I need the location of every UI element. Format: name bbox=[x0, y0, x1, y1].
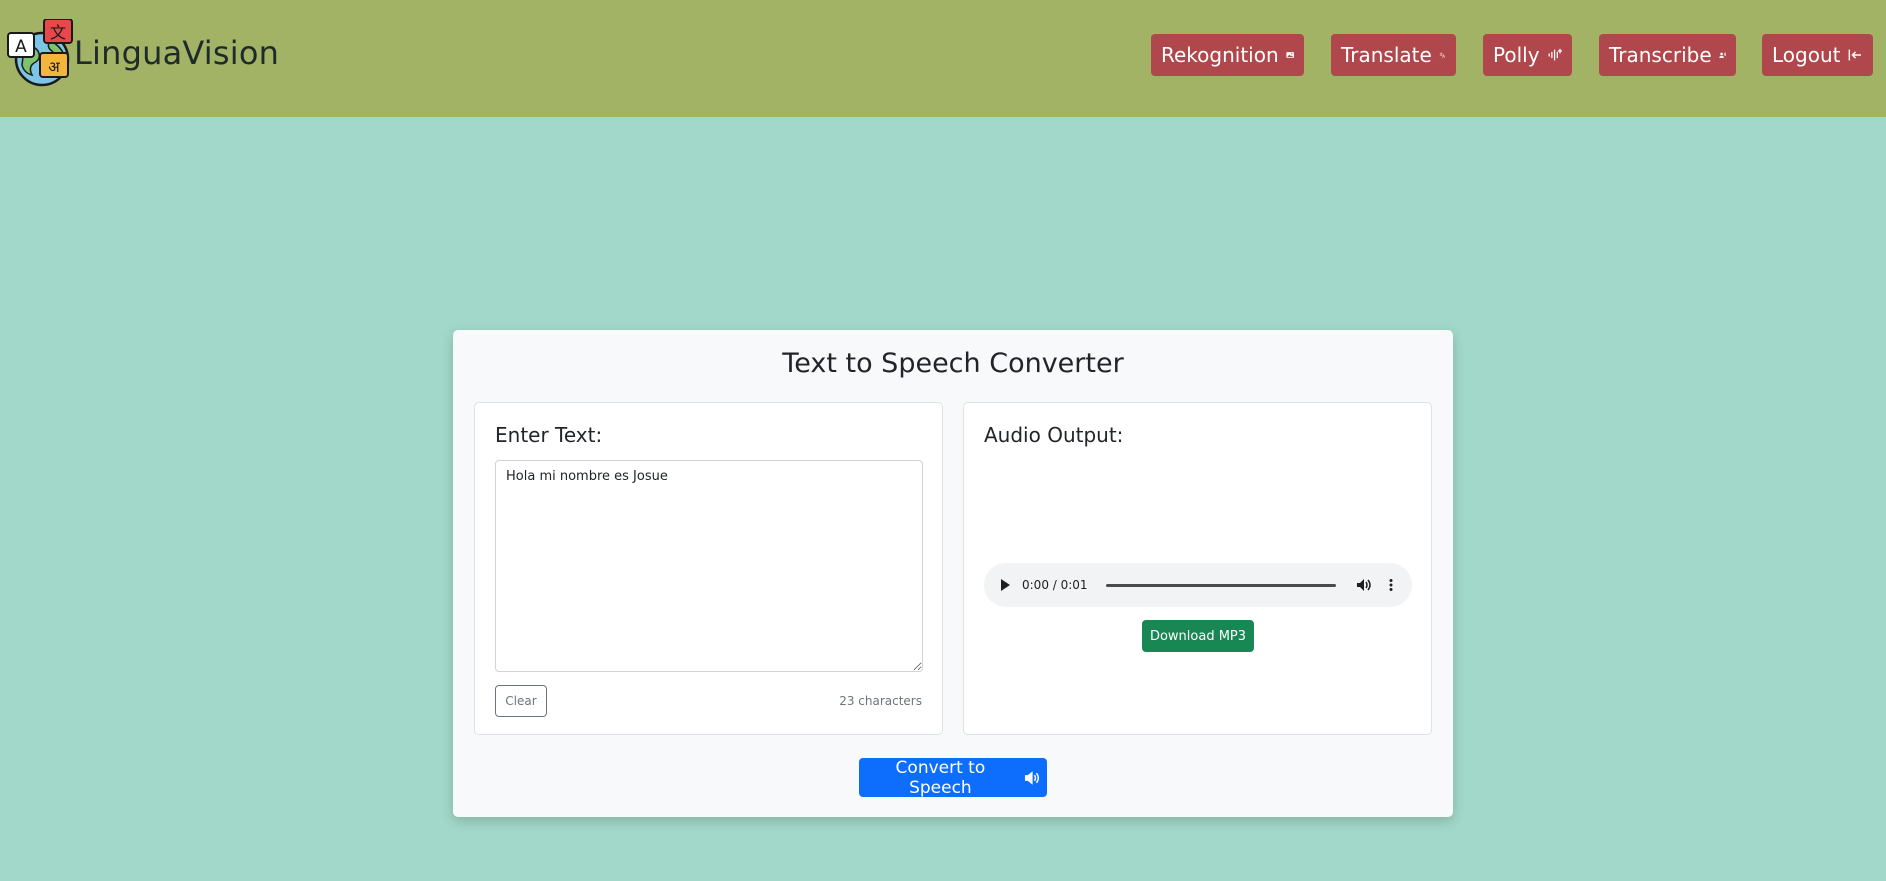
nav-polly-button[interactable]: Polly bbox=[1483, 34, 1572, 76]
tts-card: Text to Speech Converter Enter Text: Cle… bbox=[453, 330, 1453, 817]
nav-translate-button[interactable]: Translate 文 A bbox=[1331, 34, 1456, 76]
nav-rekognition-label: Rekognition bbox=[1161, 43, 1279, 67]
volume-up-icon bbox=[1024, 770, 1039, 785]
translate-icon: 文 A bbox=[1439, 51, 1445, 59]
logo-icon: A 文 अ bbox=[7, 19, 73, 87]
volume-icon[interactable] bbox=[1356, 577, 1372, 593]
convert-to-speech-button[interactable]: Convert to Speech bbox=[859, 757, 1047, 798]
navbar: A 文 अ LinguaVision Rekognition Translate… bbox=[0, 0, 1886, 117]
audio-time: 0:00 / 0:01 bbox=[1022, 578, 1088, 592]
nav-polly-label: Polly bbox=[1493, 43, 1540, 67]
person-voice-icon bbox=[1719, 52, 1726, 58]
nav-transcribe-button[interactable]: Transcribe bbox=[1599, 34, 1736, 76]
input-panel: Enter Text: Clear 23 characters bbox=[474, 402, 943, 735]
input-heading: Enter Text: bbox=[495, 423, 603, 447]
nav-transcribe-label: Transcribe bbox=[1609, 43, 1712, 67]
brand[interactable]: A 文 अ LinguaVision bbox=[6, 18, 279, 88]
svg-text:A: A bbox=[1442, 54, 1445, 59]
text-input[interactable] bbox=[495, 460, 923, 672]
nav-translate-label: Translate bbox=[1341, 43, 1432, 67]
play-icon[interactable] bbox=[998, 578, 1012, 592]
output-heading: Audio Output: bbox=[984, 423, 1124, 447]
output-panel: Audio Output: 0:00 / 0:01 Download MP3 bbox=[963, 402, 1432, 735]
audio-player[interactable]: 0:00 / 0:01 bbox=[984, 563, 1412, 607]
logout-icon bbox=[1849, 49, 1862, 61]
convert-label: Convert to Speech bbox=[895, 757, 986, 798]
brand-name: LinguaVision bbox=[74, 34, 280, 72]
svg-text:A: A bbox=[15, 37, 27, 57]
nav-logout-label: Logout bbox=[1772, 43, 1841, 67]
character-count: 23 characters bbox=[839, 694, 922, 708]
svg-text:文: 文 bbox=[50, 23, 66, 42]
svg-text:अ: अ bbox=[48, 58, 60, 76]
nav-logout-button[interactable]: Logout bbox=[1762, 34, 1873, 76]
nav-rekognition-button[interactable]: Rekognition bbox=[1151, 34, 1304, 76]
audio-progress-track[interactable] bbox=[1105, 583, 1336, 587]
soundwave-icon bbox=[1548, 48, 1562, 61]
card-title: Text to Speech Converter bbox=[782, 348, 1124, 379]
download-mp3-button[interactable]: Download MP3 bbox=[1142, 620, 1254, 652]
clear-button[interactable]: Clear bbox=[495, 685, 547, 717]
image-icon bbox=[1286, 52, 1294, 58]
more-options-icon[interactable] bbox=[1384, 578, 1398, 592]
